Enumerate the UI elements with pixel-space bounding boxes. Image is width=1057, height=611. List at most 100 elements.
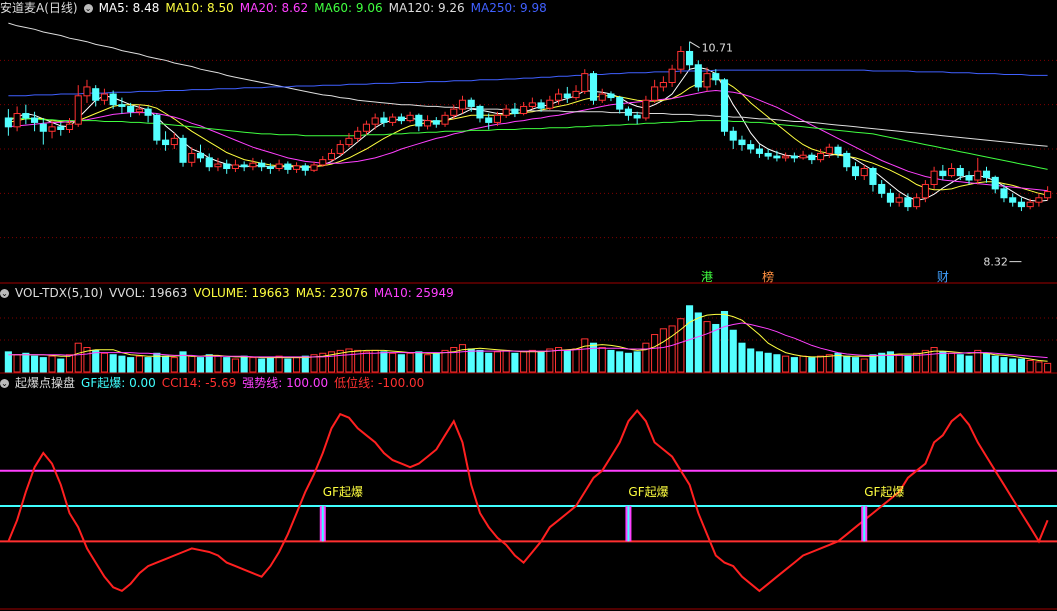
candle-body: [310, 164, 318, 171]
candle-body: [502, 108, 510, 116]
candle-body: [354, 130, 362, 139]
candle-body: [886, 192, 894, 203]
volume-bar: [825, 354, 833, 373]
volume-bar: [92, 349, 100, 373]
candle-body: [48, 126, 56, 132]
volume-bar: [389, 352, 397, 373]
volume-bar: [39, 357, 47, 373]
candle-body: [345, 137, 353, 146]
candle-body: [528, 102, 536, 107]
volume-bar: [616, 351, 624, 373]
candle-body: [913, 197, 921, 208]
volume-bar: [528, 349, 536, 373]
candle-body: [633, 114, 641, 119]
candle-body: [799, 154, 807, 159]
candle-body: [1009, 197, 1017, 203]
candle-body: [258, 162, 266, 168]
stock-chart[interactable]: 10.71 8.32 港 榜 财 GF起爆 GF起爆 GF起爆: [0, 0, 1057, 611]
candle-body: [1044, 191, 1052, 199]
volume-bar: [301, 355, 309, 373]
candle-body: [415, 114, 423, 127]
candle-body: [13, 113, 21, 128]
candle-body: [720, 79, 729, 132]
gf-signal-core: [321, 506, 324, 542]
candle-body: [790, 155, 798, 159]
candle-body: [729, 130, 737, 141]
gf-signal-label: GF起爆: [628, 485, 668, 499]
candle-body: [266, 166, 274, 170]
candle-body: [92, 88, 100, 101]
candle-body: [485, 117, 493, 123]
gf-signal-core: [627, 506, 630, 542]
candle-body: [249, 162, 257, 168]
volume-bar: [170, 357, 178, 373]
candle-body: [773, 155, 781, 159]
candle-body: [65, 123, 74, 130]
candle-body: [563, 93, 571, 99]
candle-body: [83, 86, 91, 97]
candle-body: [878, 183, 886, 194]
candle-body: [546, 99, 554, 109]
candle-body: [327, 152, 336, 161]
volume-bar: [851, 357, 860, 373]
volume-bar: [747, 348, 755, 373]
low-price-label: 8.32: [983, 256, 1008, 269]
volume-bar: [1035, 361, 1043, 373]
candle-body: [520, 105, 528, 115]
candle-body: [555, 93, 563, 101]
volume-bar: [249, 357, 257, 373]
volume-bar: [127, 357, 135, 373]
volume-bar: [668, 325, 676, 373]
volume-bar: [729, 329, 737, 373]
volume-bar: [1017, 358, 1025, 373]
candle-body: [948, 168, 956, 177]
gf-signal-label: GF起爆: [864, 485, 904, 499]
candle-body: [642, 99, 650, 119]
candle-body: [127, 105, 135, 113]
volume-bar: [258, 358, 266, 373]
candle-body: [782, 155, 790, 159]
ma-line-ma120: [8, 22, 1048, 147]
candle-body: [476, 105, 484, 119]
ma-line-ma10: [8, 77, 1048, 196]
volume-bar: [991, 355, 999, 373]
candle-body: [869, 168, 877, 185]
candle-body: [389, 116, 397, 123]
volume-bar: [432, 352, 440, 373]
gf-signal-label: GF起爆: [323, 485, 363, 499]
volume-bar: [589, 342, 598, 373]
volume-bar: [921, 349, 929, 373]
candle-body: [974, 170, 982, 181]
candle-body: [694, 64, 702, 88]
cci-line: [7, 409, 1049, 593]
volume-bar: [720, 311, 729, 373]
volume-bar: [57, 358, 65, 373]
candle-body: [511, 108, 519, 115]
candle-body: [703, 73, 711, 88]
volume-bar: [860, 358, 868, 373]
candle-body: [301, 165, 309, 171]
volume-bar: [642, 342, 650, 373]
candle-body: [686, 50, 694, 66]
candle-body: [205, 157, 213, 168]
volume-bar: [65, 354, 74, 373]
candle-body: [895, 197, 903, 203]
volume-bar: [651, 334, 659, 373]
volume-bar: [135, 355, 143, 373]
volume-bar: [1009, 358, 1017, 373]
volume-bar: [974, 349, 982, 373]
candle-body: [39, 123, 47, 132]
volume-bar: [214, 355, 222, 373]
candle-body: [572, 90, 580, 99]
candle-body: [939, 170, 947, 177]
candle-body: [406, 114, 414, 122]
volume-bar: [703, 321, 711, 373]
volume-bar: [764, 352, 772, 373]
volume-bar: [118, 355, 126, 373]
volume-bar: [502, 349, 510, 373]
volume-bar: [817, 355, 825, 373]
volume-bar: [196, 357, 205, 373]
volume-bar: [939, 351, 947, 373]
volume-bar: [231, 358, 239, 373]
volume-bar: [1026, 359, 1034, 373]
